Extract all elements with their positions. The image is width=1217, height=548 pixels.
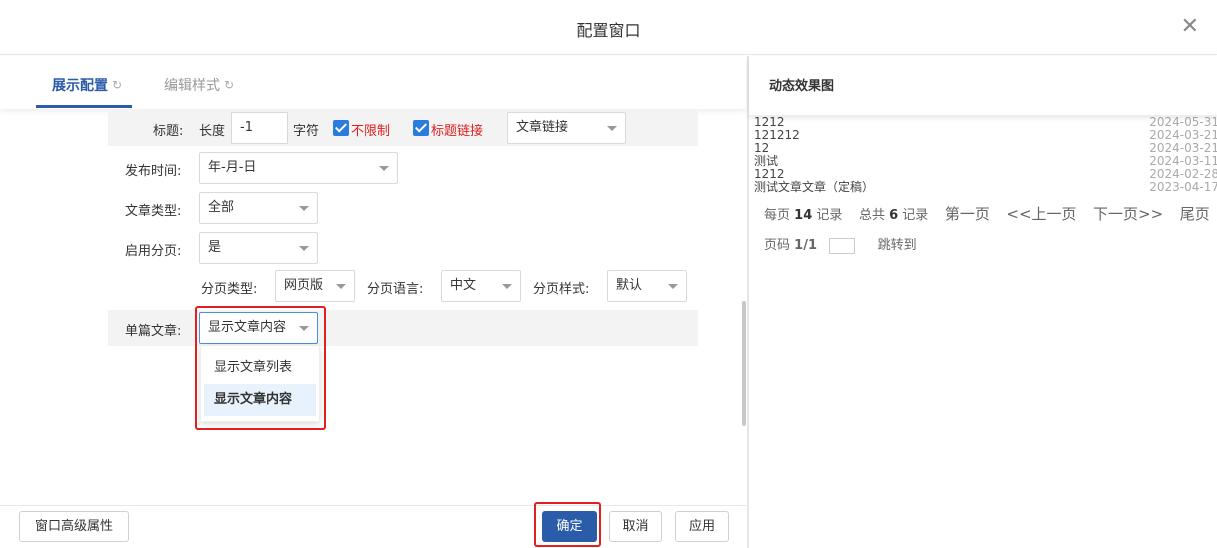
select-value: 网页版 <box>284 278 324 293</box>
length-label: 长度 <box>199 124 226 139</box>
chevron-down-icon <box>336 284 346 289</box>
page-type-label: 分页类型: <box>201 282 258 297</box>
chevron-down-icon <box>379 166 389 171</box>
publish-time-select[interactable]: 年-月-日 <box>199 152 398 184</box>
publish-time-row: 发布时间: 年-月-日 <box>108 152 698 186</box>
article-title: 12 <box>754 141 770 155</box>
select-value: 中文 <box>450 278 477 293</box>
per-page-prefix: 每页 <box>764 208 791 223</box>
last-page-link[interactable]: 尾页 <box>1180 205 1210 223</box>
first-page-link[interactable]: 第一页 <box>945 205 990 223</box>
unlimited-label: 不限制 <box>351 124 391 139</box>
title-label: 标题: <box>153 124 184 139</box>
per-page-count: 14 <box>794 208 813 223</box>
refresh-icon[interactable]: ↻ <box>112 78 122 92</box>
page-type-select[interactable]: 网页版 <box>275 270 355 302</box>
page-language-select[interactable]: 中文 <box>441 270 521 302</box>
dialog-footer: 窗口高级属性 确定 取消 应用 <box>0 505 746 548</box>
close-icon[interactable]: ✕ <box>1181 14 1199 40</box>
article-title: 测试文章文章（定稿） <box>754 180 875 194</box>
article-date: 2023-04-17 <box>1149 180 1217 194</box>
single-article-row: 单篇文章: 显示文章内容 <box>108 310 698 346</box>
pagination-select[interactable]: 是 <box>199 232 318 264</box>
unlimited-checkbox[interactable] <box>333 120 349 136</box>
chevron-down-icon <box>668 284 678 289</box>
article-title: 测试 <box>754 154 779 168</box>
preview-header: 动态效果图 <box>749 56 1217 116</box>
page-style-select[interactable]: 默认 <box>607 270 687 302</box>
jump-to-link[interactable]: 跳转到 <box>878 238 917 253</box>
article-type-label: 文章类型: <box>125 204 182 219</box>
list-item[interactable]: 1212 2024-05-31 <box>754 115 1217 129</box>
chevron-down-icon <box>607 126 617 131</box>
tab-display-config[interactable]: 展示配置 ↻ <box>52 75 122 95</box>
chevron-down-icon <box>502 284 512 289</box>
select-value: 年-月-日 <box>208 160 257 175</box>
tab-label: 展示配置 <box>52 78 108 94</box>
select-value: 显示文章内容 <box>208 320 287 335</box>
page-style-label: 分页样式: <box>533 282 590 297</box>
title-row: 标题: 长度 -1 字符 不限制 标题链接 文章链接 <box>108 110 698 146</box>
article-type-select[interactable]: 全部 <box>199 192 318 224</box>
page-jump: 页码 1/1 跳转到 <box>764 234 917 254</box>
select-value: 全部 <box>208 200 235 215</box>
next-page-link[interactable]: 下一页>> <box>1093 205 1163 223</box>
tab-label: 编辑样式 <box>164 78 220 94</box>
select-value: 文章链接 <box>516 120 569 135</box>
publish-time-label: 发布时间: <box>125 164 182 179</box>
single-article-select[interactable]: 显示文章内容 <box>199 312 318 344</box>
scrollbar-thumb[interactable] <box>742 301 746 426</box>
article-title: 1212 <box>754 115 785 129</box>
chevron-down-icon <box>299 206 309 211</box>
advanced-properties-button[interactable]: 窗口高级属性 <box>19 511 129 542</box>
config-panel: 展示配置 ↻ 编辑样式 ↻ 标题: 长度 -1 字符 不限制 标题链接 文章链接… <box>0 56 746 548</box>
chevron-down-icon <box>299 326 309 331</box>
preview-panel: 1212 2024-05-31 121212 2024-03-21 12 2024-0… <box>749 56 1217 548</box>
list-item[interactable]: 121212 2024-03-21 <box>754 128 1217 142</box>
page-value: 1/1 <box>794 238 817 253</box>
page-options-row: 分页类型: 网页版 分页语言: 中文 分页样式: 默认 <box>108 270 698 304</box>
confirm-button[interactable]: 确定 <box>542 511 597 542</box>
refresh-icon[interactable]: ↻ <box>224 78 234 92</box>
total-suffix: 记录 <box>902 208 929 223</box>
select-value: 默认 <box>616 278 643 293</box>
prev-page-link[interactable]: <<上一页 <box>1006 205 1076 223</box>
cancel-button[interactable]: 取消 <box>609 511 662 542</box>
article-list: 1212 2024-05-31 121212 2024-03-21 12 2024-0… <box>754 115 1217 194</box>
title-link-checkbox[interactable] <box>413 120 429 136</box>
pagination-label: 启用分页: <box>125 244 182 259</box>
per-page-suffix: 记录 <box>816 208 843 223</box>
dialog-title: 配置窗口 <box>576 21 641 40</box>
single-article-label: 单篇文章: <box>125 324 182 339</box>
page-label: 页码 <box>764 238 791 253</box>
total-count: 6 <box>889 208 899 223</box>
title-link-label: 标题链接 <box>431 124 484 139</box>
total-prefix: 总共 <box>858 208 885 223</box>
apply-button[interactable]: 应用 <box>675 511 729 542</box>
tab-edit-style[interactable]: 编辑样式 ↻ <box>164 75 234 95</box>
list-item[interactable]: 测试文章文章（定稿） 2023-04-17 <box>754 180 1217 194</box>
tab-bar: 展示配置 ↻ 编辑样式 ↻ <box>0 56 746 109</box>
article-title: 121212 <box>754 128 800 142</box>
pager: 每页 14 记录 总共 6 记录 第一页 <<上一页 下一页>> 尾页 <box>764 203 1210 224</box>
article-type-row: 文章类型: 全部 <box>108 192 698 226</box>
single-article-dropdown: 显示文章列表 显示文章内容 <box>200 345 320 422</box>
dialog-header: 配置窗口 ✕ <box>0 0 1217 55</box>
dropdown-option-article-list[interactable]: 显示文章列表 <box>204 352 316 384</box>
dropdown-option-article-content[interactable]: 显示文章内容 <box>204 384 316 416</box>
list-item[interactable]: 测试 2024-03-11 <box>754 154 1217 168</box>
page-language-label: 分页语言: <box>367 282 424 297</box>
length-input[interactable]: -1 <box>231 112 288 144</box>
article-title: 1212 <box>754 167 785 181</box>
active-tab-indicator <box>36 105 132 108</box>
select-value: 是 <box>208 240 222 255</box>
list-item[interactable]: 12 2024-03-21 <box>754 141 1217 155</box>
pagination-row: 启用分页: 是 <box>108 232 698 266</box>
preview-title: 动态效果图 <box>769 79 835 94</box>
char-unit-label: 字符 <box>293 124 320 139</box>
link-type-select[interactable]: 文章链接 <box>507 112 626 144</box>
chevron-down-icon <box>299 246 309 251</box>
page-jump-input[interactable] <box>829 237 856 254</box>
